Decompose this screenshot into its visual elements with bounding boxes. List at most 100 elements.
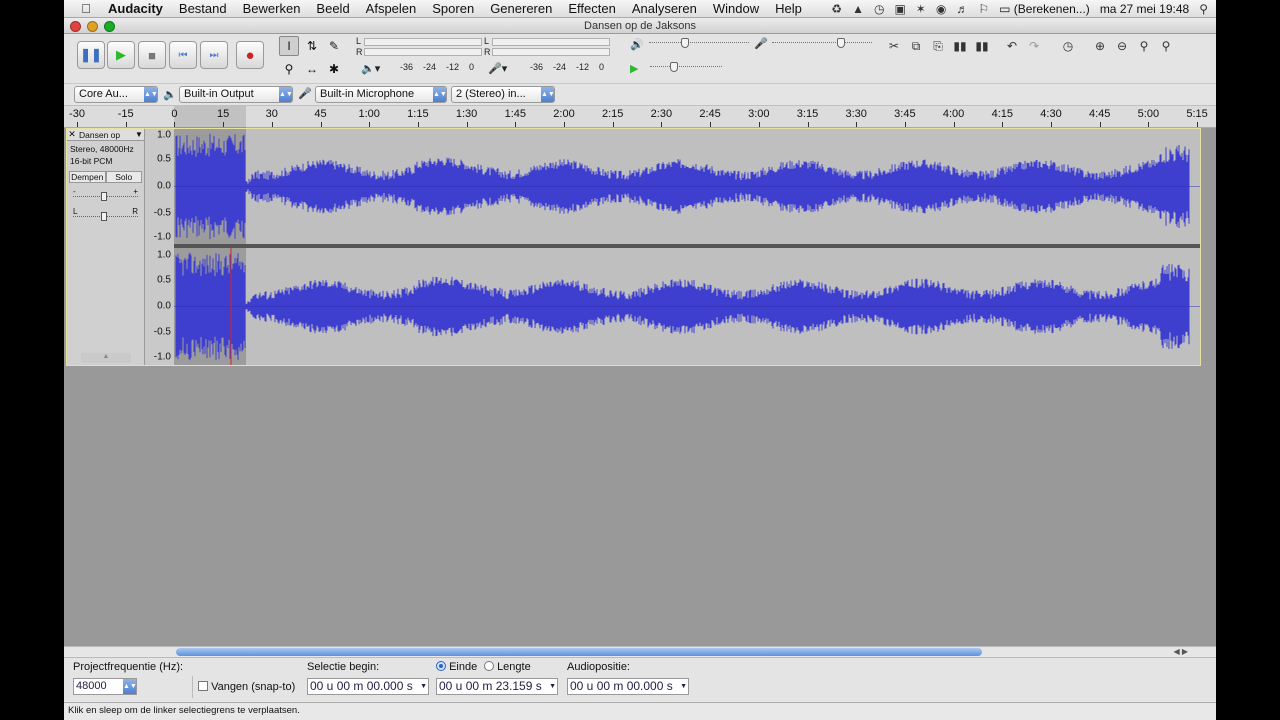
output-volume-slider[interactable] xyxy=(649,36,749,50)
chevron-down-icon[interactable]: ▼ xyxy=(549,679,556,694)
undo-button[interactable]: ↶ xyxy=(1002,36,1022,56)
selection-begin-field[interactable]: 00 u 00 m 00.000 s ▼ xyxy=(307,678,429,695)
silence-button[interactable]: ▮▮ xyxy=(972,36,992,56)
input-volume-slider[interactable] xyxy=(772,36,872,50)
selection-region-marker xyxy=(174,106,246,128)
apple-icon[interactable]:  xyxy=(74,1,98,16)
zoom-out-button[interactable]: ⊖ xyxy=(1112,36,1132,56)
microphone-meter-icon[interactable]: 🎤▾ xyxy=(488,62,507,75)
menu-sporen[interactable]: Sporen xyxy=(424,1,482,16)
audio-track[interactable]: ✕ Dansen op ▼ Stereo, 48000Hz 16-bit PCM… xyxy=(66,128,1201,366)
end-radio[interactable]: Einde xyxy=(436,661,477,673)
vertical-scale-right[interactable]: 1.0 0.5 0.0 -0.5 -1.0 xyxy=(146,248,174,365)
wifi-icon[interactable]: ◉ xyxy=(936,2,946,16)
scrollbar-thumb[interactable] xyxy=(176,648,982,656)
envelope-tool[interactable]: ⇅ xyxy=(302,36,322,56)
play-speed-slider[interactable] xyxy=(650,60,722,74)
bluetooth-icon[interactable]: ✶ xyxy=(916,2,926,16)
minimize-window-button[interactable] xyxy=(87,21,98,32)
trim-button[interactable]: ▮▮ xyxy=(950,36,970,56)
input-device-select[interactable]: Built-in Microphone ▲▼ xyxy=(315,86,447,103)
chevron-down-icon[interactable]: ▼ xyxy=(420,679,427,694)
skip-end-button[interactable]: ⏭ xyxy=(200,41,228,69)
collapse-track-icon[interactable]: ▲ xyxy=(81,353,131,363)
snap-checkbox-box[interactable] xyxy=(198,681,208,691)
selection-end-field[interactable]: 00 u 00 m 23.159 s ▼ xyxy=(436,678,558,695)
display-icon[interactable]: ▣ xyxy=(894,2,905,16)
menu-help[interactable]: Help xyxy=(767,1,810,16)
ruler-label: 3:30 xyxy=(845,108,867,120)
snap-to-checkbox[interactable]: Vangen (snap-to) xyxy=(198,681,295,693)
gain-thumb[interactable] xyxy=(101,192,107,201)
draw-tool[interactable]: ✎ xyxy=(324,36,344,56)
sync-lock-button[interactable]: ◷ xyxy=(1058,36,1078,56)
paste-button[interactable]: ⎘ xyxy=(928,36,948,56)
timeshift-tool[interactable]: ↔ xyxy=(302,59,322,79)
project-rate-select[interactable]: 48000 ▲▼ xyxy=(73,678,137,695)
record-meter-left[interactable] xyxy=(492,38,610,46)
waveform-left-channel[interactable] xyxy=(174,129,1200,244)
vertical-scale-left[interactable]: 1.0 0.5 0.0 -0.5 -1.0 xyxy=(146,129,174,244)
menu-analyseren[interactable]: Analyseren xyxy=(624,1,705,16)
gain-slider[interactable]: - + xyxy=(73,187,138,207)
zoom-in-button[interactable]: ⊕ xyxy=(1090,36,1110,56)
length-radio[interactable]: Lengte xyxy=(484,661,531,673)
audio-host-select[interactable]: Core Au... ▲▼ xyxy=(74,86,158,103)
pause-button[interactable]: ❚❚ xyxy=(77,41,105,69)
end-radio-button[interactable] xyxy=(436,661,446,671)
record-meter-right[interactable] xyxy=(492,48,610,56)
chevron-down-icon[interactable]: ▼ xyxy=(680,679,687,694)
cut-button[interactable]: ✂ xyxy=(884,36,904,56)
pan-thumb[interactable] xyxy=(101,212,107,221)
volume-icon[interactable]: ♬ xyxy=(956,2,968,16)
menubar-clock[interactable]: ma 27 mei 19:48 xyxy=(1100,2,1189,16)
play-button[interactable]: ▶ xyxy=(107,41,135,69)
fit-project-button[interactable]: ⚲ xyxy=(1156,36,1176,56)
menu-effecten[interactable]: Effecten xyxy=(560,1,623,16)
menu-beeld[interactable]: Beeld xyxy=(308,1,357,16)
menu-genereren[interactable]: Genereren xyxy=(482,1,560,16)
speaker-meter-icon[interactable]: 🔈▾ xyxy=(361,62,380,75)
zoom-tool[interactable]: ⚲ xyxy=(279,59,299,79)
solo-button[interactable]: Solo xyxy=(105,171,142,183)
selection-tool[interactable]: I xyxy=(279,36,299,56)
horizontal-scrollbar[interactable]: ◀ ▶ xyxy=(64,646,1216,656)
fit-selection-button[interactable]: ⚲ xyxy=(1134,36,1154,56)
zoom-window-button[interactable] xyxy=(104,21,115,32)
output-device-select[interactable]: Built-in Output ▲▼ xyxy=(179,86,293,103)
timeline-ruler[interactable]: -30 -15 0 15 30 45 1:00 1:15 1:30 1:45 2:00 2:15 2:3… xyxy=(64,106,1216,128)
skip-start-button[interactable]: ⏮ xyxy=(169,41,197,69)
track-menu-chevron-icon[interactable]: ▼ xyxy=(134,130,144,139)
menu-app-name[interactable]: Audacity xyxy=(98,1,171,16)
menu-afspelen[interactable]: Afspelen xyxy=(358,1,425,16)
playback-meter-left[interactable] xyxy=(364,38,482,46)
spotlight-search-icon[interactable]: ⚲ xyxy=(1199,2,1208,16)
ruler-tick xyxy=(856,122,858,127)
menu-bewerken[interactable]: Bewerken xyxy=(235,1,309,16)
play-at-speed-icon[interactable]: ▶ xyxy=(630,62,638,75)
waveform-right-channel[interactable] xyxy=(174,248,1200,365)
time-machine-icon[interactable]: ◷ xyxy=(874,2,884,16)
flag-icon[interactable]: ⚐ xyxy=(978,2,989,16)
close-window-button[interactable] xyxy=(70,21,81,32)
recycle-icon[interactable]: ♻ xyxy=(831,2,842,16)
input-channels-select[interactable]: 2 (Stereo) in... ▲▼ xyxy=(451,86,555,103)
redo-button[interactable]: ↷ xyxy=(1024,36,1044,56)
length-radio-button[interactable] xyxy=(484,661,494,671)
drive-icon[interactable]: ▲ xyxy=(852,2,864,16)
playback-meter-right[interactable] xyxy=(364,48,482,56)
menu-window[interactable]: Window xyxy=(705,1,767,16)
track-name-menu[interactable]: Dansen op xyxy=(77,130,134,140)
multi-tool[interactable]: ✱ xyxy=(324,59,344,79)
copy-button[interactable]: ⧉ xyxy=(906,36,926,56)
record-button[interactable]: ● xyxy=(236,41,264,69)
scroll-arrows-icon[interactable]: ◀ ▶ xyxy=(1173,647,1188,656)
stop-button[interactable]: ■ xyxy=(138,41,166,69)
battery-status[interactable]: ▭ (Berekenen...) xyxy=(999,2,1090,16)
close-track-icon[interactable]: ✕ xyxy=(67,129,77,140)
audio-position-field[interactable]: 00 u 00 m 00.000 s ▼ xyxy=(567,678,689,695)
pan-slider[interactable]: L R xyxy=(73,207,138,227)
track-panel[interactable]: ✕ Dansen op ▼ Stereo, 48000Hz 16-bit PCM… xyxy=(64,128,1216,650)
mute-button[interactable]: Dempen xyxy=(69,171,106,183)
menu-bestand[interactable]: Bestand xyxy=(171,1,235,16)
